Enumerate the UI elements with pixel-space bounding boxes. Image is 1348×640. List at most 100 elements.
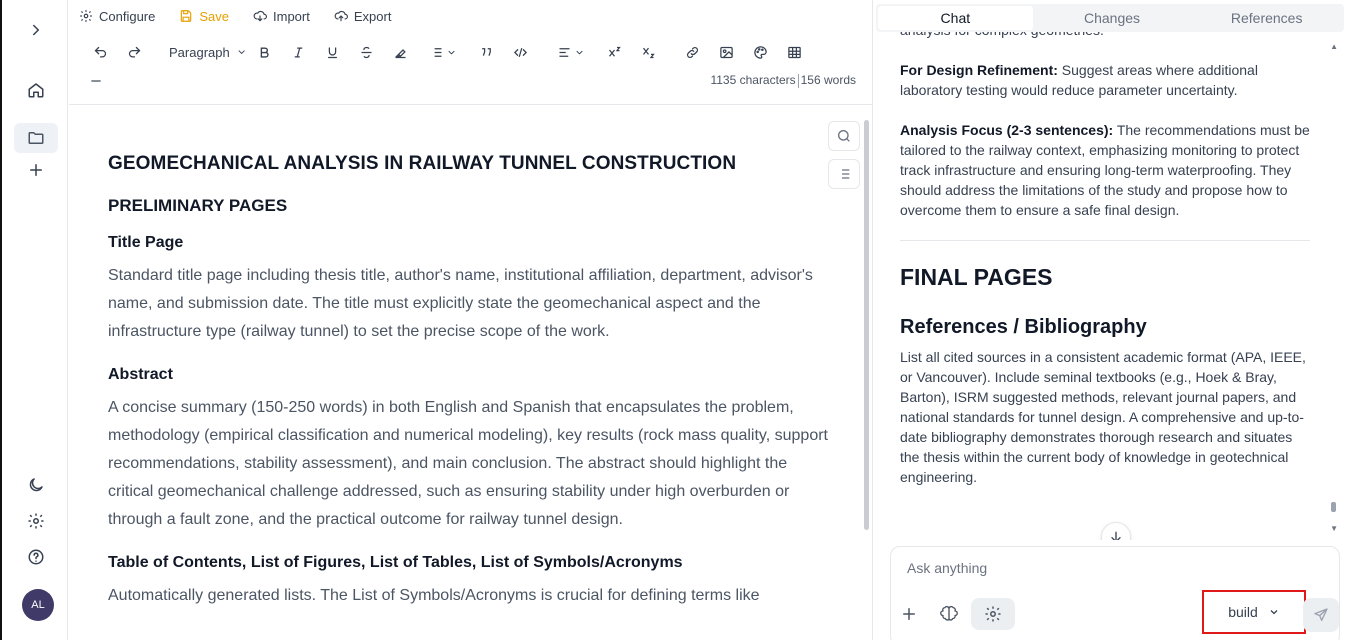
gear-icon — [985, 606, 1001, 622]
bullet-list-dropdown[interactable] — [417, 38, 469, 66]
plus-icon — [903, 608, 915, 620]
editor-scrollbar[interactable] — [864, 120, 869, 530]
configure-label: Configure — [99, 8, 156, 24]
cloud-upload-icon — [334, 10, 348, 22]
message-heading: FINAL PAGES — [900, 264, 1053, 290]
tab-changes[interactable]: Changes — [1035, 4, 1190, 32]
link-icon[interactable] — [675, 38, 709, 66]
brain-icon[interactable] — [933, 598, 965, 630]
character-count: 1135 characters — [710, 73, 796, 87]
list-icon — [431, 47, 442, 57]
avatar[interactable]: AL — [22, 589, 54, 621]
chevron-down-icon — [238, 50, 245, 55]
subscript-icon[interactable] — [631, 38, 665, 66]
cloud-download-icon — [253, 10, 267, 22]
chat-composer: build — [890, 546, 1340, 640]
underline-icon[interactable] — [315, 38, 349, 66]
word-count: 1135 characters 156 words — [710, 73, 856, 88]
panel-tabs: Chat Changes References — [876, 4, 1344, 32]
send-icon — [1314, 608, 1328, 621]
scroll-down-arrow-icon[interactable]: ▼ — [1330, 524, 1338, 533]
model-select[interactable]: build — [1202, 590, 1306, 634]
format-toolbar: Paragraph — [83, 38, 811, 66]
scroll-up-arrow-icon[interactable]: ▲ — [1330, 42, 1338, 51]
export-button[interactable]: Export — [334, 8, 392, 24]
bold-icon[interactable] — [247, 38, 281, 66]
highlight-icon[interactable] — [383, 38, 417, 66]
chat-messages[interactable]: analysis for complex geometries. For Des… — [874, 32, 1348, 540]
chat-input[interactable] — [907, 560, 1207, 576]
dark-mode-icon[interactable] — [14, 470, 58, 500]
message-subheading: References / Bibliography — [900, 316, 1147, 338]
count-separator — [797, 73, 799, 88]
settings-icon[interactable] — [14, 506, 58, 536]
strikethrough-icon[interactable] — [349, 38, 383, 66]
paragraph-style-label: Paragraph — [169, 44, 230, 60]
paragraph: Automatically generated lists. The List … — [108, 587, 760, 604]
model-select-label: build — [1228, 604, 1258, 620]
send-button[interactable] — [1303, 598, 1339, 632]
table-icon[interactable] — [777, 38, 811, 66]
app-window: AL Configure Save Import Export Paragrap… — [0, 0, 1348, 640]
paragraph: A concise summary (150-250 words) in bot… — [108, 399, 828, 528]
code-icon[interactable] — [503, 38, 537, 66]
save-label: Save — [199, 8, 230, 24]
search-icon[interactable] — [828, 121, 860, 151]
chevron-down-icon — [1270, 610, 1278, 615]
arrow-down-icon — [1111, 531, 1121, 540]
image-icon[interactable] — [709, 38, 743, 66]
words-count: 156 words — [800, 73, 856, 87]
redo-icon[interactable] — [117, 38, 151, 66]
editor-pane: Configure Save Import Export Paragraph 1… — [69, 0, 873, 640]
assistant-panel: Chat Changes References analysis for com… — [874, 0, 1348, 640]
paragraph: Standard title page including thesis tit… — [108, 267, 813, 340]
configure-button[interactable]: Configure — [79, 9, 155, 24]
message-bold-label: Analysis Focus (2-3 sentences): — [900, 122, 1114, 138]
assistant-message: analysis for complex geometries. For Des… — [900, 32, 1310, 507]
undo-icon[interactable] — [83, 38, 117, 66]
home-icon[interactable] — [14, 75, 58, 105]
chat-scrollbar-thumb[interactable] — [1331, 502, 1336, 512]
gear-icon — [80, 10, 92, 22]
palette-icon[interactable] — [743, 38, 777, 66]
message-text: analysis for complex geometries. — [900, 32, 1310, 40]
align-dropdown[interactable] — [545, 38, 597, 66]
chevron-down-icon — [448, 50, 455, 55]
document-title: GEOMECHANICAL ANALYSIS IN RAILWAY TUNNEL… — [108, 153, 737, 174]
align-left-icon — [559, 47, 570, 57]
outline-icon[interactable] — [828, 159, 860, 189]
tools-settings-button[interactable] — [971, 598, 1015, 630]
add-icon[interactable] — [14, 155, 58, 185]
tab-chat[interactable]: Chat — [878, 6, 1033, 30]
top-toolbar: Configure Save Import Export — [69, 0, 405, 32]
tab-references[interactable]: References — [1189, 4, 1344, 32]
subsection-heading: Abstract — [108, 366, 173, 383]
folder-icon[interactable] — [14, 123, 58, 153]
attach-button[interactable] — [893, 598, 925, 630]
message-paragraph: Analysis Focus (2-3 sentences): The reco… — [900, 120, 1310, 220]
superscript-icon[interactable] — [597, 38, 631, 66]
section-heading: PRELIMINARY PAGES — [108, 196, 288, 215]
document-side-tools — [828, 121, 860, 189]
document-body[interactable]: GEOMECHANICAL ANALYSIS IN RAILWAY TUNNEL… — [69, 105, 859, 640]
message-text: List all cited sources in a consistent a… — [900, 349, 1306, 485]
quote-icon[interactable] — [469, 38, 503, 66]
save-button[interactable]: Save — [179, 9, 229, 24]
message-bold-label: For Design Refinement: — [900, 62, 1058, 78]
scroll-to-bottom-button[interactable] — [1101, 522, 1131, 540]
expand-sidebar-icon[interactable] — [14, 15, 58, 45]
horizontal-rule-icon[interactable] — [89, 70, 105, 92]
left-rail: AL — [0, 0, 68, 640]
italic-icon[interactable] — [281, 38, 315, 66]
save-icon — [181, 10, 192, 22]
message-paragraph: For Design Refinement: Suggest areas whe… — [900, 60, 1310, 100]
import-label: Import — [273, 8, 310, 24]
paragraph-style-select[interactable]: Paragraph — [151, 45, 247, 60]
chevron-down-icon — [576, 50, 583, 55]
import-button[interactable]: Import — [253, 9, 310, 24]
subsection-heading: Table of Contents, List of Figures, List… — [108, 554, 683, 571]
subsection-heading: Title Page — [108, 234, 184, 251]
export-label: Export — [353, 8, 392, 24]
message-divider — [900, 240, 1310, 241]
help-icon[interactable] — [14, 542, 58, 572]
